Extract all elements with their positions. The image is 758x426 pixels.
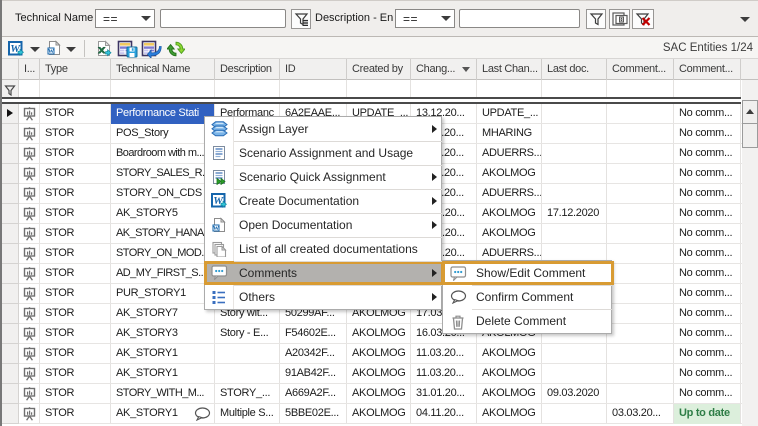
svg-text:W: W (213, 226, 219, 232)
svg-text:W: W (48, 49, 54, 55)
